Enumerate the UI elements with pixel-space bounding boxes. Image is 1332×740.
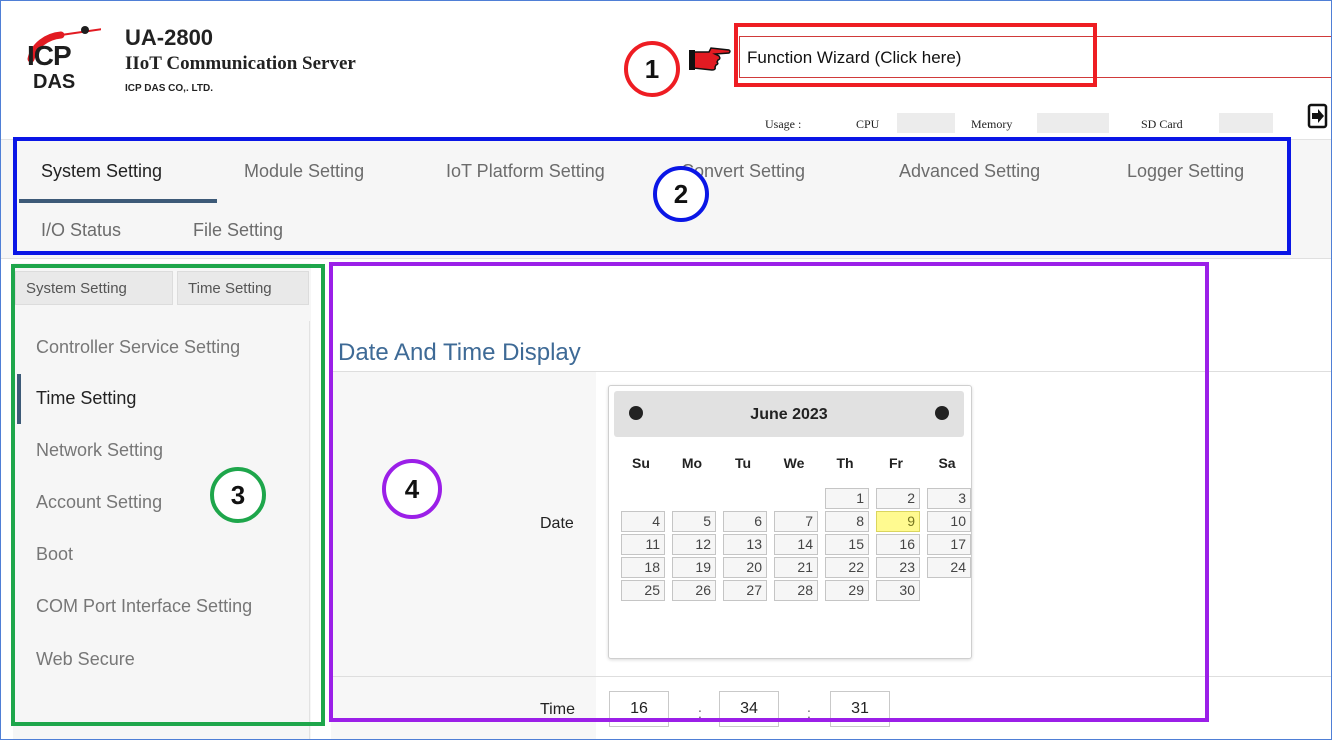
app-window: ICP DAS UA-2800 IIoT Communication Serve…: [0, 0, 1332, 740]
callout-2-badge: 2: [653, 166, 709, 222]
sdcard-usage-meter: [1219, 113, 1273, 133]
usage-label: Usage :: [765, 117, 802, 131]
callout-2-highlight: [13, 137, 1291, 255]
product-subtitle: IIoT Communication Server: [125, 53, 356, 74]
callout-4-badge: 4: [382, 459, 442, 519]
usage-cpu-label: CPU: [856, 117, 880, 131]
usage-sdcard-label: SD Card: [1141, 117, 1183, 131]
pointing-hand-icon: [689, 47, 731, 71]
callout-3-badge: 3: [210, 467, 266, 523]
usage-memory-label: Memory: [971, 117, 1013, 131]
logo-text-das: DAS: [33, 71, 76, 93]
callout-4-highlight: [329, 262, 1209, 722]
product-name: UA-2800: [125, 25, 214, 50]
memory-usage-meter: [1037, 113, 1109, 133]
cpu-usage-meter: [897, 113, 955, 133]
logout-icon[interactable]: [1307, 101, 1329, 131]
callout-3-highlight: [11, 264, 325, 726]
logo-text-icp: ICP: [27, 40, 72, 71]
callout-1-badge: 1: [624, 41, 680, 97]
company-name: ICP DAS CO,. LTD.: [125, 83, 213, 94]
callout-1-highlight: [734, 23, 1097, 87]
